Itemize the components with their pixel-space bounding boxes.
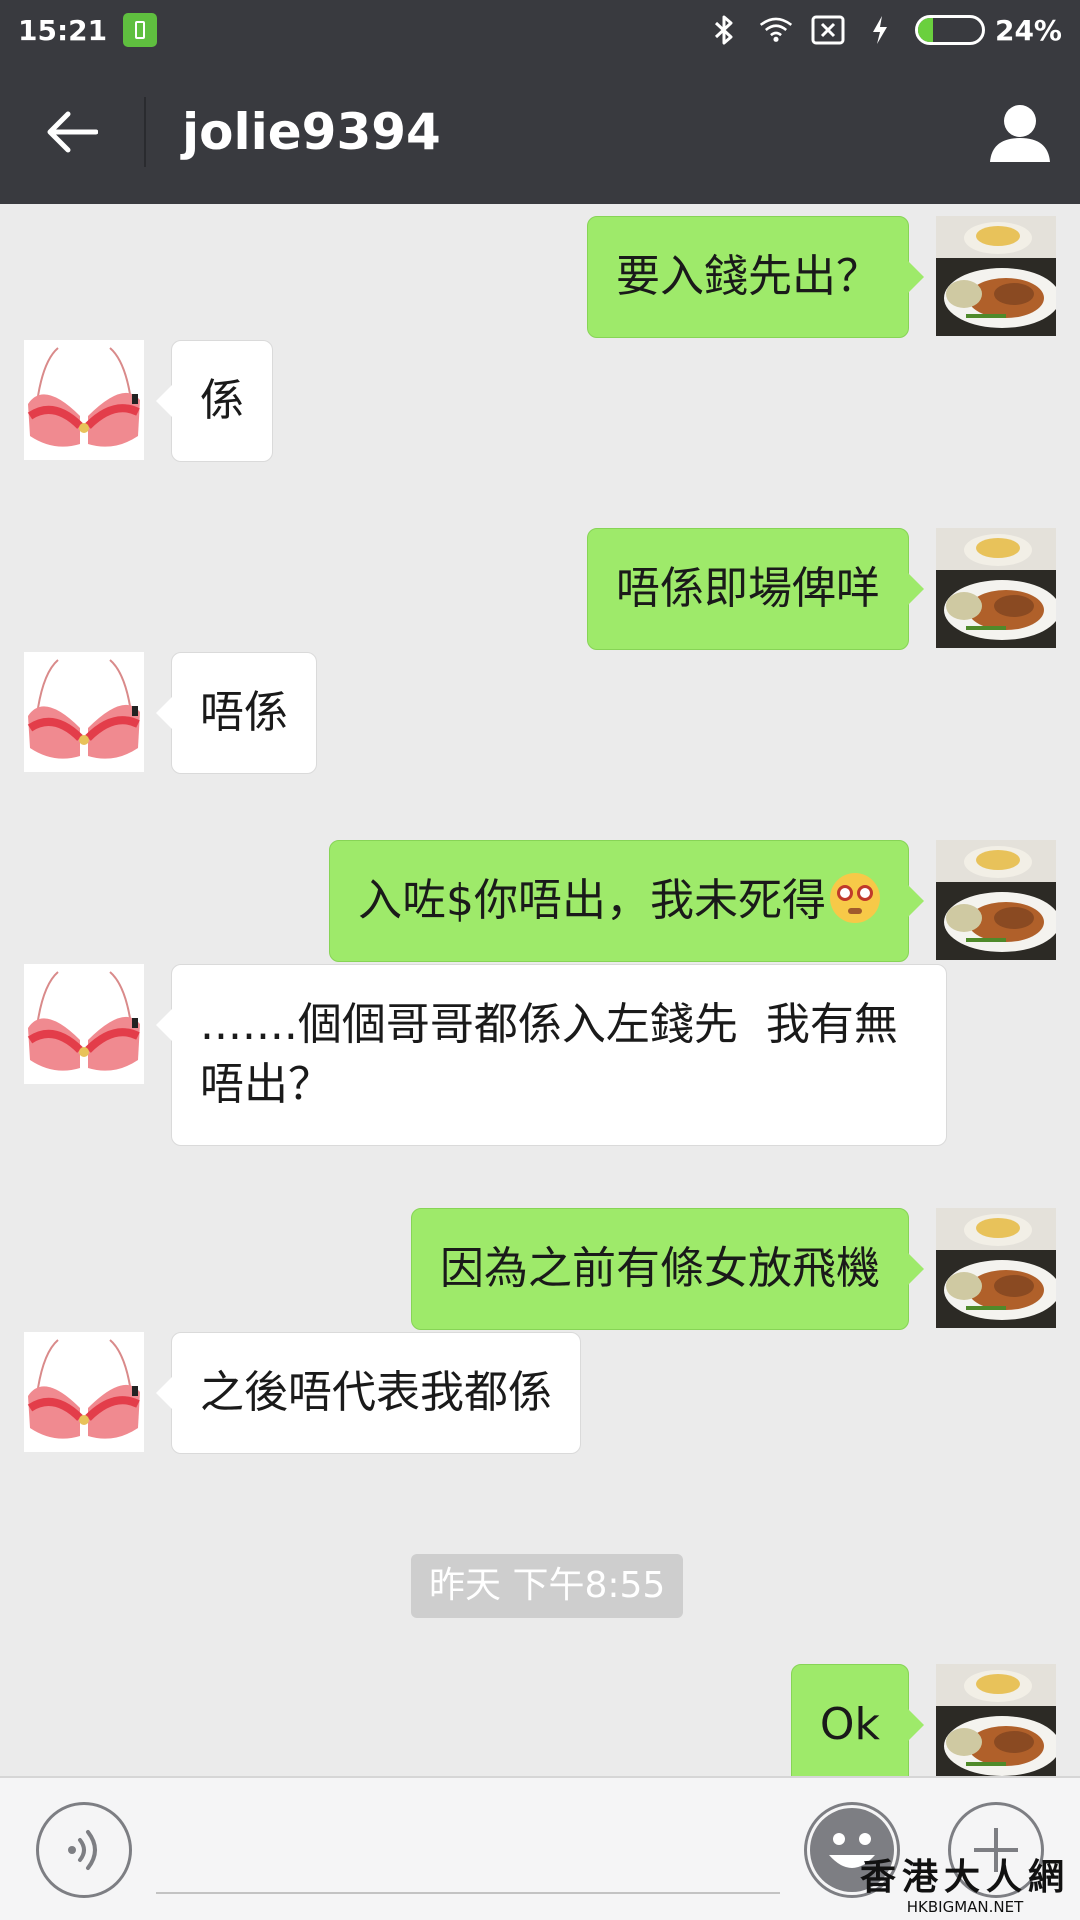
battery-app-icon [123, 13, 158, 47]
message-input[interactable] [156, 1808, 780, 1894]
message-text: 之後唔代表我都係 [200, 1367, 552, 1418]
battery-percent: 24% [994, 13, 1062, 47]
title-bar: jolie9394 [0, 60, 1080, 204]
message-bubble-sent[interactable]: Ok [790, 1664, 925, 1776]
bluetooth-icon [707, 13, 741, 47]
message-bubble-sent[interactable]: 要入錢先出？ [587, 216, 924, 338]
food-photo-avatar [936, 840, 1056, 960]
watermark-main: 香港大人網 [859, 1857, 1070, 1898]
status-bar: 15:21 24% [0, 0, 1080, 60]
voice-icon [68, 1830, 97, 1870]
contact-avatar[interactable] [24, 340, 144, 460]
message-text: 因為之前有條女放飛機 [440, 1243, 880, 1294]
message-list[interactable]: 要入錢先出？ 係 唔係即場俾咩 唔係 入咗$你唔出，我未死得 .......個個… [0, 204, 1080, 1776]
message-bubble-sent[interactable]: 因為之前有條女放飛機 [411, 1208, 924, 1330]
contact-avatar[interactable] [24, 652, 144, 772]
profile-button[interactable] [960, 60, 1080, 204]
message-bubble-received[interactable]: 唔係 [156, 652, 317, 774]
battery-icon [914, 15, 985, 45]
bra-photo-avatar [24, 964, 144, 1084]
message-bubble-sent[interactable]: 唔係即場俾咩 [587, 528, 924, 650]
food-photo-avatar [936, 528, 1056, 648]
my-avatar[interactable] [936, 840, 1056, 960]
my-avatar[interactable] [936, 216, 1056, 336]
status-icons: 24% [707, 13, 1062, 47]
title-divider [144, 97, 146, 167]
bra-photo-avatar [24, 1332, 144, 1452]
message-bubble-sent[interactable]: 入咗$你唔出，我未死得 [329, 840, 924, 962]
message-text: Ok [819, 1699, 880, 1750]
message-text: 要入錢先出？ [616, 251, 880, 302]
food-photo-avatar [936, 1664, 1056, 1776]
contact-avatar[interactable] [24, 1332, 144, 1452]
my-avatar[interactable] [936, 1208, 1056, 1328]
input-bar: 香港大人網 HKBIGMAN.NET [0, 1776, 1080, 1920]
message-text: 唔係 [200, 687, 288, 738]
chat-title: jolie9394 [182, 103, 441, 161]
message-text: 入咗$你唔出，我未死得 [358, 875, 826, 926]
message-bubble-received[interactable]: 係 [156, 340, 273, 462]
voice-button[interactable] [36, 1802, 132, 1898]
back-button[interactable] [0, 60, 144, 204]
no-sim-icon [811, 13, 845, 47]
bra-photo-avatar [24, 340, 144, 460]
message-bubble-received[interactable]: 之後唔代表我都係 [156, 1332, 581, 1454]
message-text: .......個個哥哥都係入左錢先 我有無唔出？ [200, 999, 898, 1110]
watermark: 香港大人網 HKBIGMAN.NET [859, 1857, 1070, 1917]
charging-icon [863, 13, 897, 47]
battery-indicator: 24% [914, 13, 1062, 47]
wifi-icon [759, 13, 793, 47]
timestamp-label: 昨天 下午8:55 [411, 1554, 684, 1618]
person-icon [990, 105, 1050, 162]
food-photo-avatar [936, 216, 1056, 336]
my-avatar[interactable] [936, 1664, 1056, 1776]
back-arrow-icon [47, 111, 98, 153]
message-text: 唔係即場俾咩 [616, 563, 880, 614]
bra-photo-avatar [24, 652, 144, 772]
message-text: 係 [200, 375, 244, 426]
watermark-sub: HKBIGMAN.NET [906, 1898, 1024, 1916]
contact-avatar[interactable] [24, 964, 144, 1084]
my-avatar[interactable] [936, 528, 1056, 648]
dizzy-face-emoji [830, 873, 880, 923]
message-bubble-received[interactable]: .......個個哥哥都係入左錢先 我有無唔出？ [156, 964, 947, 1146]
food-photo-avatar [936, 1208, 1056, 1328]
status-time: 15:21 [18, 13, 108, 47]
